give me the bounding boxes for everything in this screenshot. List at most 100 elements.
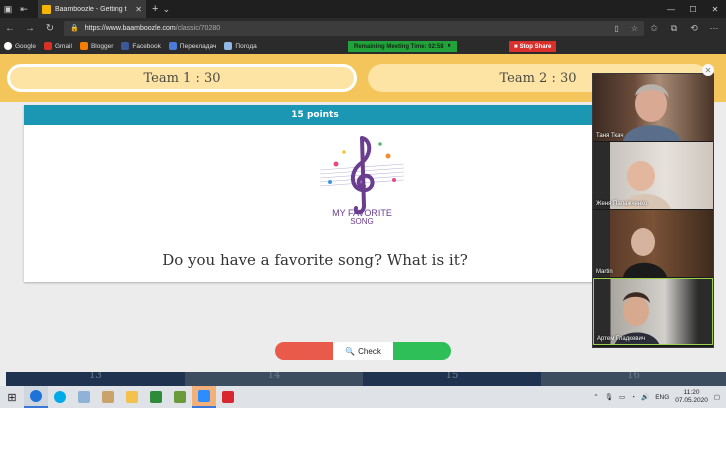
bookmark-gmail[interactable]: Gmail: [43, 42, 72, 50]
close-window-icon[interactable]: ✕: [704, 0, 726, 18]
bookmark-weather[interactable]: Погода: [224, 42, 257, 50]
participant-video[interactable]: Женя Палажченко: [593, 142, 713, 209]
taskbar-explorer-app[interactable]: [72, 386, 96, 408]
bookmark-label: Blogger: [90, 42, 114, 50]
wrong-answer-button[interactable]: [275, 342, 333, 360]
minimize-icon[interactable]: —: [660, 0, 682, 18]
stop-share-button[interactable]: ■ Stop Share: [509, 41, 557, 52]
screen: ▣ ⇤ Baamboozle - Getting t ✕ + ⌄ — ☐ ✕ ←…: [0, 0, 726, 408]
tile-14[interactable]: 14: [185, 372, 363, 386]
windows-start-icon[interactable]: ⊞: [0, 386, 24, 408]
participant-video[interactable]: Артем Гладкевич: [593, 278, 713, 345]
bookmark-label: Погода: [235, 42, 257, 50]
reading-view-icon[interactable]: ▯: [614, 24, 618, 33]
url-host: https://www.baamboozle.com: [84, 24, 176, 32]
facebook-icon: [121, 42, 130, 50]
microphone-icon[interactable]: 🎙: [605, 393, 613, 401]
calculator-icon: [150, 391, 162, 403]
panel-close-icon[interactable]: ✕: [702, 64, 714, 76]
bookmark-label: Gmail: [54, 42, 72, 50]
edge-icon: [30, 390, 42, 402]
history-icon[interactable]: ⟲: [684, 23, 704, 34]
maximize-icon[interactable]: ☐: [682, 0, 704, 18]
taskbar-calc[interactable]: [144, 386, 168, 408]
bookmark-facebook[interactable]: Facebook: [121, 42, 161, 50]
gmail-icon: [43, 42, 52, 50]
taskbar-skype[interactable]: [48, 386, 72, 408]
clock[interactable]: 11:20 07.05.2020: [675, 389, 708, 405]
app-icon: [78, 391, 90, 403]
more-icon[interactable]: ⋯: [704, 23, 724, 34]
browser-tab[interactable]: Baamboozle - Getting t ✕: [38, 0, 146, 18]
participant-name: Артем Гладкевич: [597, 336, 645, 342]
tab-dropdown-icon[interactable]: ⌄: [158, 4, 174, 15]
participant-silhouette-icon: [623, 228, 667, 277]
address-toolbar: ← → ↻ 🔒 https://www.baamboozle.com/class…: [0, 18, 726, 38]
bookmark-translator[interactable]: Перекладач: [168, 42, 217, 50]
question-tiles: 13 14 15 16: [6, 372, 726, 386]
taskbar-app-t[interactable]: [216, 386, 240, 408]
clock-date: 07.05.2020: [675, 397, 708, 404]
tray-chevron-up-icon[interactable]: ⌃: [593, 393, 598, 401]
forward-icon[interactable]: →: [20, 23, 40, 34]
windows-taskbar: ⊞ ⌃ 🎙 ▭ ◔ 🔊 ENG 11:20 07.05.2020 ▢: [0, 386, 726, 408]
participant-name: Martin: [596, 269, 613, 275]
favorite-star-icon[interactable]: ☆: [631, 24, 638, 33]
participant-silhouette-icon: [623, 84, 681, 141]
address-input[interactable]: 🔒 https://www.baamboozle.com/classic/702…: [64, 20, 644, 36]
participant-silhouette-icon: [621, 161, 671, 209]
window-controls: — ☐ ✕: [660, 0, 726, 18]
tab-favicon-icon: [42, 4, 51, 14]
taskbar-zoom[interactable]: [192, 386, 216, 408]
participant-name: Таня Ткач: [596, 133, 624, 139]
check-button[interactable]: 🔍 Check: [333, 342, 393, 360]
taskbar-minecraft[interactable]: [168, 386, 192, 408]
collections-icon[interactable]: ⧉: [664, 23, 684, 34]
lock-icon: 🔒: [70, 25, 79, 32]
correct-answer-button[interactable]: [393, 342, 451, 360]
tile-13[interactable]: 13: [6, 372, 185, 386]
paint-icon: [102, 391, 114, 403]
refresh-icon[interactable]: ↻: [40, 23, 60, 34]
participant-video[interactable]: Martin: [593, 210, 713, 277]
taskbar-paint[interactable]: [96, 386, 120, 408]
notification-icon[interactable]: ▢: [714, 393, 720, 401]
translate-icon: [168, 42, 177, 50]
tile-16[interactable]: 16: [541, 372, 726, 386]
taskbar-file-explorer[interactable]: [120, 386, 144, 408]
favorite-song-image: MY FAVORITE SONG: [319, 136, 405, 225]
tab-title: Baamboozle - Getting t: [55, 5, 127, 13]
favorites-icon[interactable]: ✩: [644, 23, 664, 34]
bookmark-label: Facebook: [132, 42, 161, 50]
back-icon[interactable]: ←: [0, 23, 20, 34]
bookmark-label: Google: [15, 42, 36, 50]
tab-actions-icon[interactable]: ⇤: [16, 4, 32, 15]
url-text: https://www.baamboozle.com/classic/70280: [85, 25, 609, 32]
meeting-timer-bar: Remaining Meeting Time: 02:58 ⏸: [348, 41, 457, 52]
network-icon[interactable]: ◔: [631, 394, 635, 401]
skype-icon: [54, 391, 66, 403]
volume-icon[interactable]: 🔊: [641, 393, 649, 401]
tile-15[interactable]: 15: [363, 372, 541, 386]
bookmark-google[interactable]: Google: [4, 42, 36, 50]
image-caption-line2: SONG: [350, 217, 374, 225]
bookmark-blogger[interactable]: Blogger: [79, 42, 114, 50]
language-indicator[interactable]: ENG: [655, 394, 669, 401]
stop-share-label: Stop Share: [519, 43, 552, 50]
bookmark-label: Перекладач: [179, 42, 217, 50]
pause-share-icon[interactable]: ⏸: [448, 43, 451, 50]
team-1-score[interactable]: Team 1 : 30: [7, 64, 357, 92]
google-icon: [4, 42, 12, 50]
stop-icon: ■: [514, 43, 518, 50]
window-menu-icon[interactable]: ▣: [0, 4, 16, 15]
battery-icon[interactable]: ▭: [619, 393, 625, 401]
system-tray: ⌃ 🎙 ▭ ◔ 🔊 ENG 11:20 07.05.2020 ▢: [593, 386, 720, 408]
participant-video[interactable]: Таня Ткач: [593, 74, 713, 141]
folder-icon: [126, 391, 138, 403]
minecraft-icon: [174, 391, 186, 403]
check-label: Check: [358, 346, 381, 356]
browser-tab-bar: ▣ ⇤ Baamboozle - Getting t ✕ + ⌄ — ☐ ✕: [0, 0, 726, 18]
taskbar-edge[interactable]: [24, 386, 48, 408]
t-app-icon: [222, 391, 234, 403]
tab-close-icon[interactable]: ✕: [135, 5, 142, 14]
